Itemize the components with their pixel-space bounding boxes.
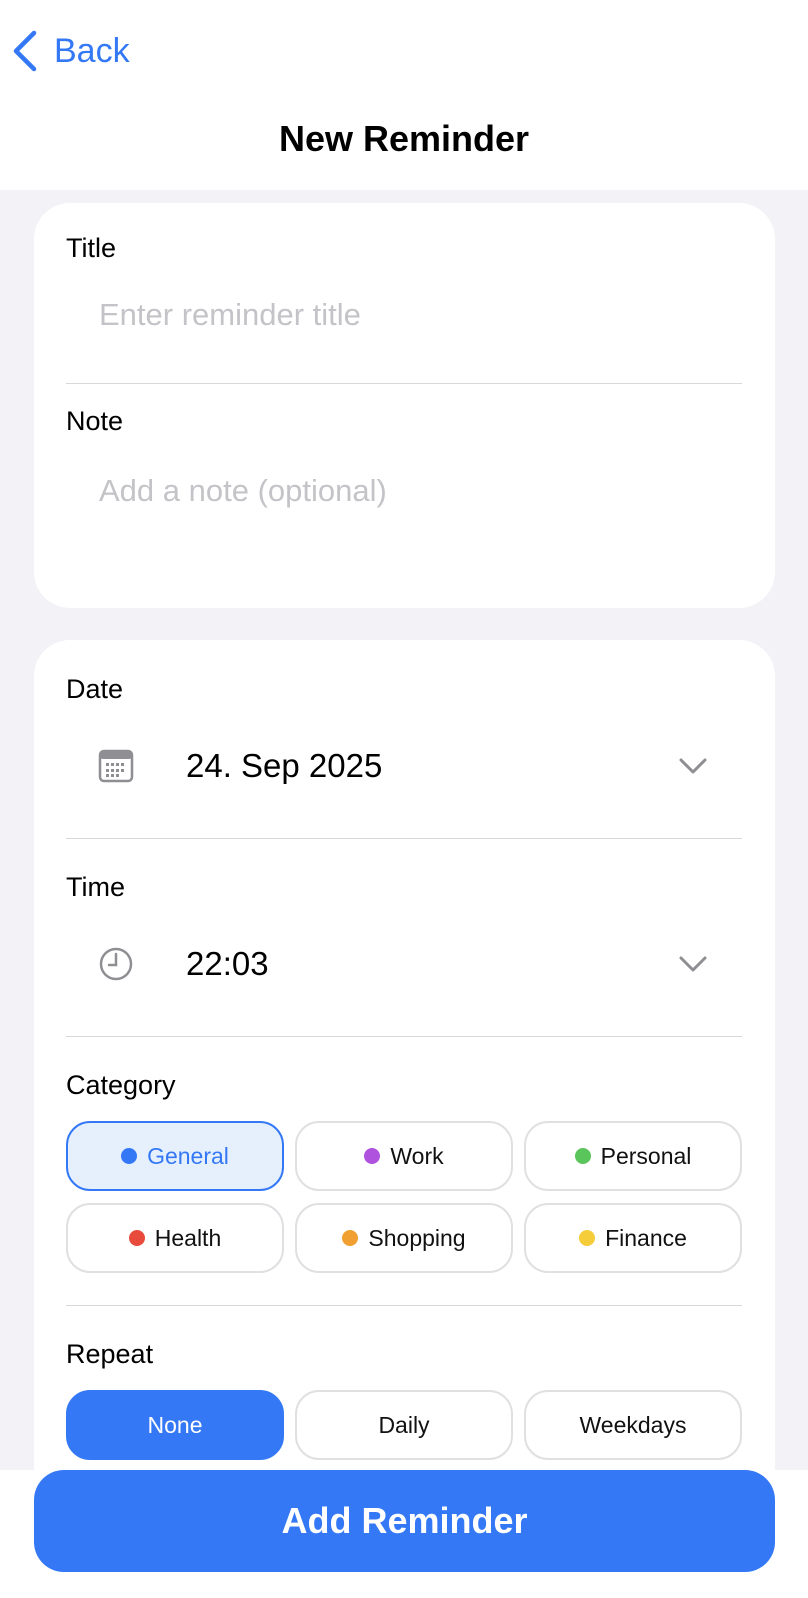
color-dot: [574, 1148, 591, 1164]
time-picker[interactable]: 22:03: [66, 929, 742, 999]
note-label: Note: [66, 406, 124, 436]
repeat-option-weekdays[interactable]: Weekdays: [524, 1390, 742, 1460]
title-input[interactable]: Enter reminder title: [99, 297, 361, 333]
divider: [66, 383, 742, 384]
clock-icon: [99, 947, 133, 981]
color-dot: [364, 1148, 381, 1164]
time-value: 22:03: [186, 945, 269, 982]
navigation-bar: Back New Reminder: [0, 0, 808, 190]
category-chip-health[interactable]: Health: [66, 1203, 284, 1273]
category-chip-work[interactable]: Work: [295, 1121, 513, 1191]
chevron-down-icon: [679, 758, 707, 774]
title-label: Title: [66, 233, 117, 263]
category-chip-finance[interactable]: Finance: [524, 1203, 742, 1273]
date-label: Date: [66, 674, 124, 704]
chevron-left-icon: [13, 30, 37, 72]
add-reminder-button[interactable]: Add Reminder: [34, 1470, 775, 1572]
calendar-icon: [98, 749, 134, 783]
color-dot: [128, 1230, 145, 1246]
color-dot: [121, 1148, 138, 1164]
category-chip-personal[interactable]: Personal: [524, 1121, 742, 1191]
back-button[interactable]: Back: [10, 26, 130, 76]
repeat-label: Repeat: [66, 1339, 154, 1369]
color-dot: [342, 1230, 359, 1246]
category-label: Category: [66, 1070, 176, 1100]
chip-label: Work: [390, 1142, 444, 1169]
back-label: Back: [54, 31, 130, 70]
time-label: Time: [66, 872, 125, 902]
note-input[interactable]: Add a note (optional): [99, 473, 387, 509]
chip-label: Personal: [600, 1142, 692, 1169]
date-picker[interactable]: 24. Sep 2025: [66, 731, 742, 801]
chip-label: General: [147, 1142, 229, 1169]
category-chip-general[interactable]: General: [66, 1121, 284, 1191]
color-dot: [579, 1230, 596, 1246]
chip-label: Shopping: [368, 1224, 466, 1251]
date-value: 24. Sep 2025: [186, 747, 383, 784]
page-title: New Reminder: [278, 118, 530, 159]
repeat-option-none[interactable]: None: [66, 1390, 284, 1460]
details-card: Date 24. Sep 2025 Time 22:03 Category Ge…: [34, 640, 775, 1598]
divider: [66, 1305, 742, 1306]
text-fields-card: Title Enter reminder title Note Add a no…: [34, 203, 775, 608]
repeat-option-daily[interactable]: Daily: [295, 1390, 513, 1460]
chip-label: Health: [154, 1224, 222, 1251]
divider: [66, 838, 742, 839]
chip-label: Finance: [605, 1224, 687, 1251]
divider: [66, 1036, 742, 1037]
category-chip-shopping[interactable]: Shopping: [295, 1203, 513, 1273]
chevron-down-icon: [679, 956, 707, 972]
